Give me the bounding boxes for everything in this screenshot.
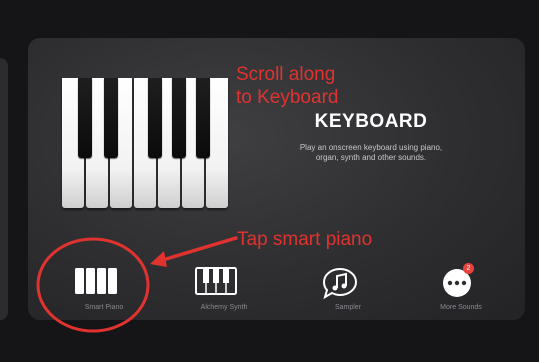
toolbar-item-sampler[interactable]: Sampler [318,266,362,316]
toolbar-item-smart-piano[interactable]: Smart Piano [74,266,123,316]
toolbar-item-alchemy-synth[interactable]: Alchemy Synth [194,266,247,316]
instrument-title: KEYBOARD [314,111,428,132]
sampler-music-note-icon [318,266,362,300]
previous-instrument-card-edge[interactable] [0,58,8,320]
scroll-annotation-line2: to Keyboard [236,87,339,108]
toolbar-label-sampler: Sampler [334,304,362,311]
smart-piano-icon [74,266,118,300]
more-ellipsis-icon [440,266,484,300]
toolbar-label-more-sounds: More Sounds [440,304,482,311]
toolbar-item-more-sounds[interactable]: More Sounds [440,266,484,316]
toolbar-label-alchemy-synth: Alchemy Synth [200,304,248,311]
alchemy-synth-icon [194,266,238,300]
scroll-annotation-line1: Scroll along [236,64,336,85]
keyboard-illustration[interactable] [62,78,230,212]
instrument-description: Play an onscreen keyboard using piano, o… [299,143,443,162]
scroll-annotation: Scroll along to Keyboard [236,63,338,109]
tap-annotation: Tap smart piano [237,229,373,250]
more-sounds-badge: 2 [463,263,474,274]
toolbar-label-smart-piano: Smart Piano [84,304,124,311]
